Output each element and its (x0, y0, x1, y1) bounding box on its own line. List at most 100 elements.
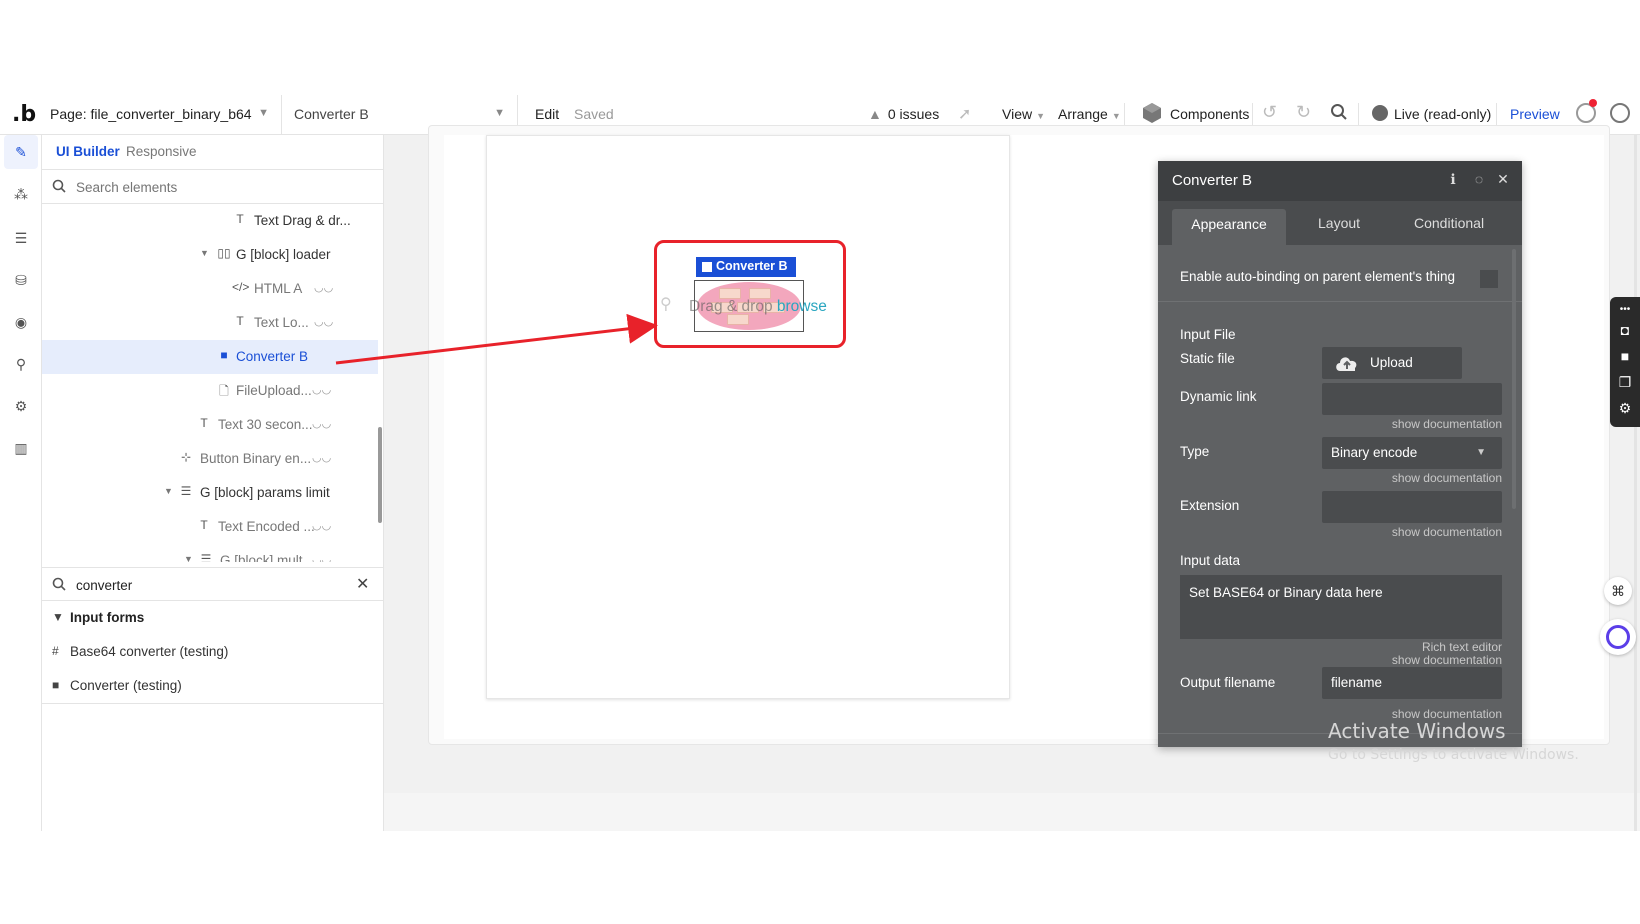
search-elements-input[interactable] (76, 177, 356, 197)
plugins-icon[interactable]: ⚲ (12, 355, 30, 373)
tree-item[interactable]: ⊹ Button Binary en... ◡◡ (42, 442, 378, 476)
chevron-down-icon: ▼ (1476, 447, 1486, 458)
tree-item[interactable]: T Text Encoded ... ◡◡ (42, 510, 378, 544)
code-icon: </> (232, 280, 250, 294)
chevron-down-icon: ▼ (1111, 111, 1121, 121)
issues-button[interactable]: ▲ 0 issues (868, 106, 939, 122)
pointer-icon[interactable]: ➚ (958, 104, 971, 124)
element-tag[interactable]: Converter B (696, 257, 796, 277)
output-filename-label: Output filename (1180, 675, 1276, 690)
hidden-eye-icon[interactable]: ◡◡ (312, 519, 331, 532)
tab-conditional[interactable]: Conditional (1414, 215, 1484, 231)
arrange-menu[interactable]: Arrange ▼ (1058, 106, 1121, 122)
tab-responsive[interactable]: Responsive (126, 144, 197, 159)
tree-item[interactable]: ▼ ▯▯ G [block] loader (42, 238, 378, 272)
video-icon[interactable]: ■ (1616, 347, 1634, 365)
chevron-down-icon: ▼ (258, 107, 269, 119)
hidden-eye-icon[interactable]: ◡◡ (312, 451, 331, 464)
auto-binding-checkbox[interactable] (1480, 270, 1498, 288)
user-avatar-icon[interactable] (1610, 103, 1630, 123)
show-documentation-link[interactable]: show documentation (1392, 525, 1502, 539)
database-icon[interactable]: ⛁ (12, 271, 30, 289)
more-icon[interactable]: ••• (1616, 301, 1634, 319)
view-menu[interactable]: View ▼ (1002, 106, 1045, 122)
upload-button[interactable]: Upload (1322, 347, 1462, 379)
text-icon: T (200, 416, 208, 430)
tree-item[interactable]: </> HTML A ◡◡ (42, 272, 378, 306)
settings-gear-icon[interactable]: ⚙ (1616, 399, 1634, 417)
hidden-eye-icon[interactable]: ◡◡ (312, 417, 331, 430)
show-documentation-link[interactable]: show documentation (1392, 471, 1502, 485)
show-documentation-link[interactable]: show documentation (1392, 417, 1502, 431)
info-icon[interactable]: ℹ (1444, 171, 1462, 189)
tree-item[interactable]: T Text Drag & dr... (42, 204, 378, 238)
upload-label: Upload (1370, 355, 1413, 370)
tree-scrollbar[interactable] (378, 427, 382, 523)
collapse-triangle-icon[interactable]: ▼ (184, 554, 193, 562)
page-selector[interactable]: Page: file_converter_binary_b64 ▼ (42, 95, 282, 135)
dynamic-link-input[interactable] (1322, 383, 1502, 415)
tree-item[interactable]: T Text Lo... ◡◡ (42, 306, 378, 340)
live-mode-button[interactable]: Live (read-only) (1394, 106, 1491, 122)
output-filename-value: filename (1331, 675, 1383, 690)
search-icon (52, 179, 66, 193)
show-documentation-link[interactable]: show documentation (1392, 653, 1502, 667)
result-item[interactable]: # Base64 converter (testing) (42, 635, 384, 669)
hidden-eye-icon[interactable]: ◡◡ (312, 553, 331, 562)
collapse-triangle-icon[interactable]: ▼ (164, 486, 173, 496)
browse-link[interactable]: browse (777, 298, 827, 315)
window-icon[interactable]: ❐ (1616, 373, 1634, 391)
tab-layout[interactable]: Layout (1318, 215, 1360, 231)
type-select-value: Binary encode (1331, 445, 1418, 460)
hidden-eye-icon[interactable]: ◡◡ (314, 315, 333, 328)
component-search-input[interactable] (76, 575, 336, 595)
settings-gear-icon[interactable]: ⚙ (12, 397, 30, 415)
globe-icon (1372, 105, 1388, 121)
result-item[interactable]: ■ Converter (testing) (42, 669, 384, 703)
undo-icon[interactable]: ↺ (1262, 102, 1277, 123)
page-canvas[interactable] (486, 135, 1010, 699)
element-selector-label: Converter B (294, 106, 369, 122)
edit-menu[interactable]: Edit (535, 106, 559, 122)
search-icon[interactable] (1330, 103, 1348, 121)
assistant-face-icon[interactable] (1600, 619, 1636, 655)
input-data-textarea[interactable]: Set BASE64 or Binary data here (1180, 575, 1502, 639)
tree-item[interactable]: ▼ ☰ G [block] params limit (42, 476, 378, 510)
logs-chart-icon[interactable]: ▥ (12, 439, 30, 457)
tab-appearance[interactable]: Appearance (1172, 209, 1286, 245)
close-icon[interactable]: ✕ (356, 574, 369, 594)
page-selector-label: Page: file_converter_binary_b64 (50, 106, 252, 122)
tree-item-selected[interactable]: ■ Converter B (42, 340, 378, 374)
extension-input[interactable] (1322, 491, 1502, 523)
design-pencil-icon[interactable]: ✎ (12, 143, 30, 161)
hash-icon: # (52, 644, 59, 658)
hidden-eye-icon[interactable]: ◡◡ (312, 383, 331, 396)
page-scrollbar[interactable] (1634, 135, 1637, 831)
tree-item[interactable]: 🗋 FileUpload... ◡◡ (42, 374, 378, 408)
camera-icon[interactable]: ◘ (1616, 321, 1634, 339)
tab-ui-builder[interactable]: UI Builder (56, 144, 120, 159)
workflow-icon[interactable]: ⁂ (12, 185, 30, 203)
components-button[interactable]: Components (1170, 106, 1249, 122)
tree-item[interactable]: ▼ ☰ G [block] mult... ◡◡ (42, 544, 378, 562)
data-types-icon[interactable]: ☰ (12, 229, 30, 247)
preview-button[interactable]: Preview (1510, 106, 1560, 122)
result-group[interactable]: ▼ Input forms (42, 601, 384, 635)
editor-scrollbar[interactable] (1512, 249, 1516, 509)
output-filename-input[interactable]: filename (1322, 667, 1502, 699)
hidden-eye-icon[interactable]: ◡◡ (314, 281, 333, 294)
collapse-triangle-icon[interactable]: ▼ (200, 248, 209, 258)
divider (1158, 301, 1522, 302)
file-uploader-text[interactable]: Drag & drop browse (689, 298, 827, 316)
comment-icon[interactable]: ◌ (1470, 171, 1488, 189)
tree-item-label: Text Lo... (254, 315, 309, 330)
shortcut-command-icon[interactable]: ⌘ (1604, 577, 1632, 605)
rich-text-editor-link[interactable]: Rich text editor (1422, 640, 1502, 654)
redo-icon[interactable]: ↻ (1296, 102, 1311, 123)
close-icon[interactable]: ✕ (1494, 171, 1512, 189)
type-select[interactable]: Binary encode ▼ (1322, 437, 1502, 469)
bubble-logo-icon[interactable]: .b (12, 102, 36, 127)
styles-palette-icon[interactable]: ◉ (12, 313, 30, 331)
input-file-label: Input File (1180, 327, 1236, 342)
tree-item[interactable]: T Text 30 secon... ◡◡ (42, 408, 378, 442)
